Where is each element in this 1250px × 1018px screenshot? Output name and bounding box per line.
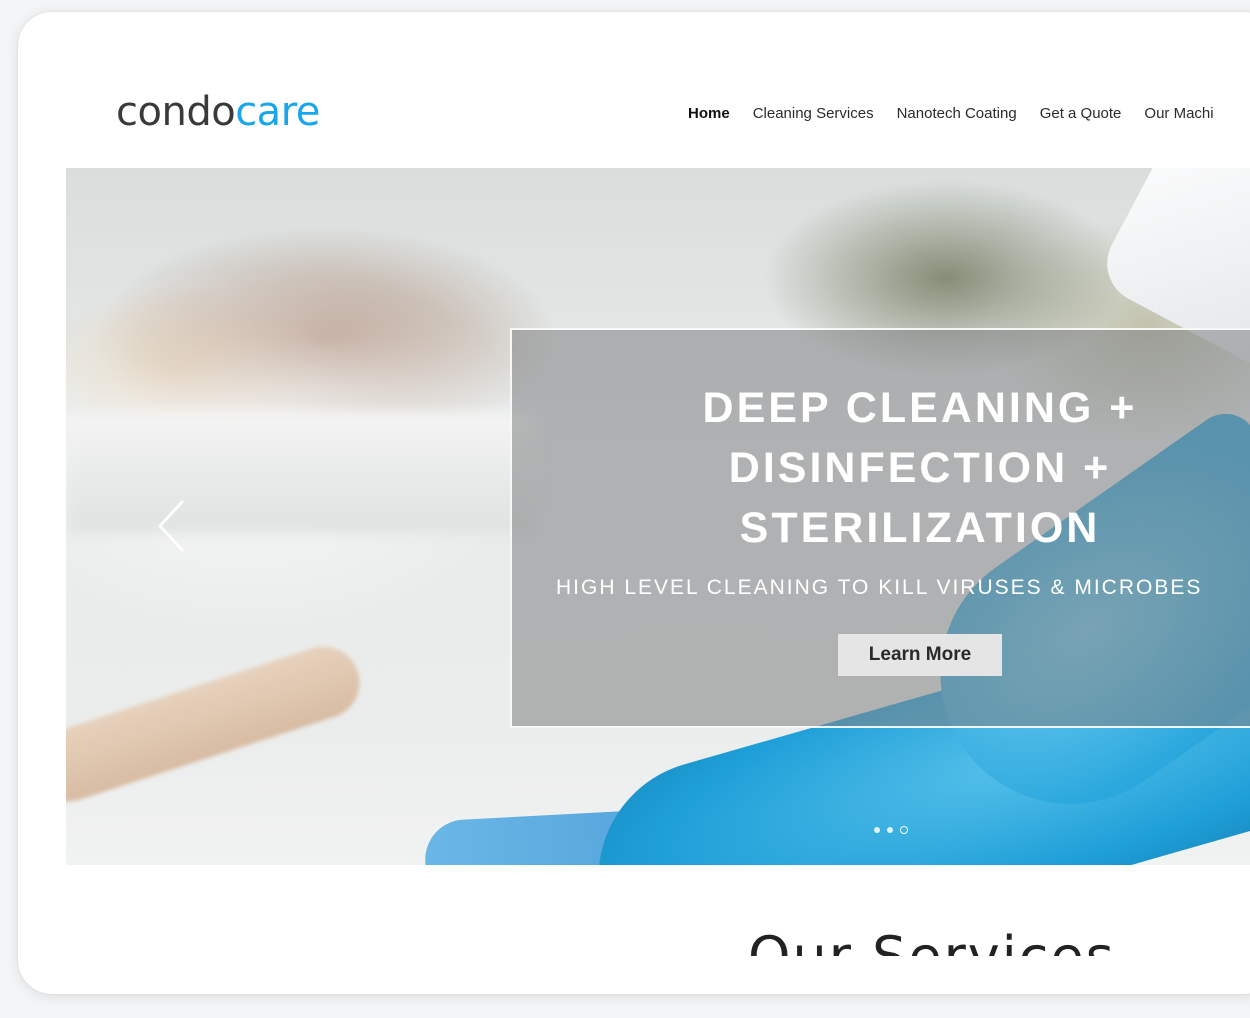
logo-text-care: care [235,89,320,135]
slide-dot-1[interactable] [874,827,880,833]
hero-title-line-2: DISINFECTION + [728,444,1112,492]
nav-item-cleaning-services[interactable]: Cleaning Services [753,104,874,124]
nav-item-our-machines[interactable]: Our Machi [1144,104,1213,124]
hero-background-shelf [66,413,536,533]
hero-subtitle: HIGH LEVEL CLEANING TO KILL VIRUSES & MI… [556,576,1203,599]
hero-text-panel: DEEP CLEANING + DISINFECTION + STERILIZA… [510,328,1250,728]
logo-text-condo: condo [116,89,236,135]
condocare-logo[interactable]: condocare [116,88,320,136]
browser-page-card: condocare Home Cleaning Services Nanotec… [18,12,1250,994]
hero-title-line-1: DEEP CLEANING + [702,384,1138,432]
nav-item-get-a-quote[interactable]: Get a Quote [1040,104,1122,124]
learn-more-button[interactable]: Learn More [838,634,1002,676]
slide-indicator [874,826,908,834]
hero-title-line-3: STERILIZATION [739,504,1101,552]
main-navigation: Home Cleaning Services Nanotech Coating … [688,104,1237,124]
hero-slideshow: DEEP CLEANING + DISINFECTION + STERILIZA… [66,168,1250,865]
nav-item-nanotech-coating[interactable]: Nanotech Coating [897,104,1017,124]
slide-dot-2[interactable] [887,827,893,833]
nav-item-home[interactable]: Home [688,104,730,124]
chevron-left-icon[interactable] [152,498,192,554]
services-section-heading: Our Services [748,930,1116,956]
slide-dot-3[interactable] [900,826,908,834]
hero-title: DEEP CLEANING + DISINFECTION + STERILIZA… [512,378,1250,558]
